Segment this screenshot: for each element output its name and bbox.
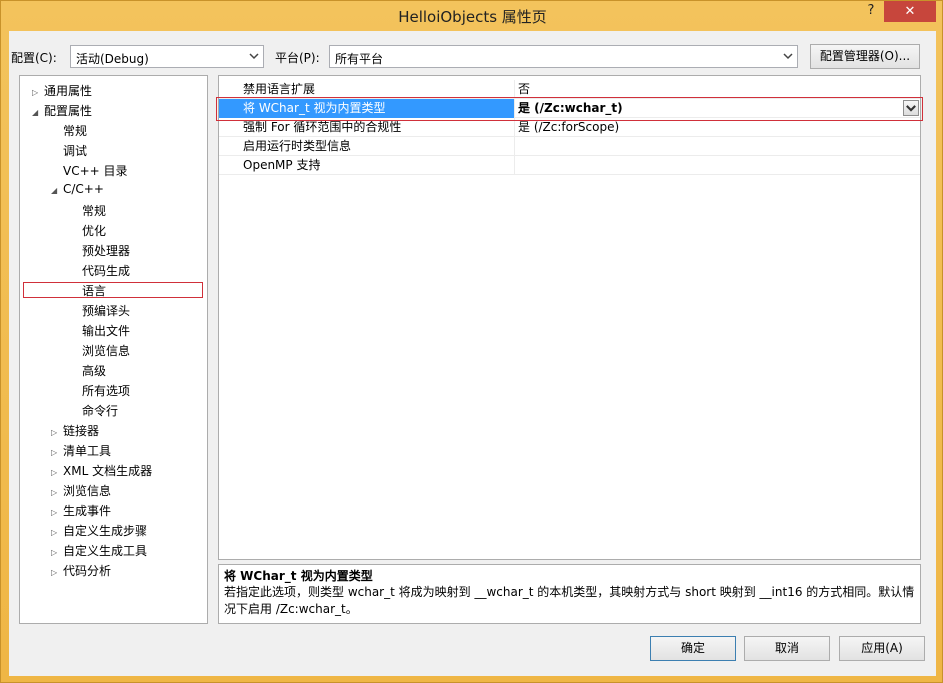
tree-item[interactable]: ◢ C/C++: [51, 182, 104, 200]
tree-item[interactable]: 浏览信息: [70, 342, 130, 360]
tree-item[interactable]: ▷ XML 文档生成器: [51, 462, 152, 480]
config-combo[interactable]: 活动(Debug): [70, 45, 264, 68]
tree-item-label: 生成事件: [63, 504, 112, 518]
tree-item-label: 高级: [82, 364, 107, 378]
tree-item[interactable]: 优化: [70, 222, 106, 240]
tree-item-label: 调试: [63, 144, 88, 158]
config-manager-button[interactable]: 配置管理器(O)...: [810, 44, 920, 69]
tree-item[interactable]: ▷ 通用属性: [32, 82, 92, 100]
tree-item-label: 优化: [82, 224, 107, 238]
tree-item-label: 浏览信息: [82, 344, 131, 358]
tree-item-label: VC++ 目录: [63, 164, 128, 178]
expand-arrow-icon[interactable]: ▷: [32, 88, 44, 97]
tree-item[interactable]: ▷ 链接器: [51, 422, 99, 440]
description-panel: 将 WChar_t 视为内置类型 若指定此选项，则类型 wchar_t 将成为映…: [218, 564, 921, 624]
tree-item[interactable]: 常规: [51, 122, 87, 140]
config-combo-value: 活动(Debug): [76, 52, 149, 66]
tree-selection-highlight: [23, 282, 203, 298]
config-label: 配置(C):: [11, 51, 57, 65]
tree-item[interactable]: 调试: [51, 142, 87, 160]
platform-combo-value: 所有平台: [335, 52, 384, 66]
tree-item-label: 通用属性: [44, 84, 93, 98]
tree-item-label: 常规: [82, 204, 107, 218]
tree-item[interactable]: ▷ 自定义生成步骤: [51, 522, 147, 540]
tree-item-label: 所有选项: [82, 384, 131, 398]
expand-arrow-icon[interactable]: ▷: [51, 528, 63, 537]
tree-item[interactable]: ◢ 配置属性: [32, 102, 92, 120]
expand-arrow-icon[interactable]: ▷: [51, 568, 63, 577]
expand-arrow-icon[interactable]: ▷: [51, 428, 63, 437]
window-title: HelloiObjects 属性页: [398, 8, 547, 26]
tree-item-label: 代码生成: [82, 264, 131, 278]
apply-button[interactable]: 应用(A): [839, 636, 925, 661]
chevron-down-icon: [783, 53, 793, 60]
platform-label: 平台(P):: [275, 51, 320, 65]
grid-selection-highlight: [216, 97, 923, 121]
property-row[interactable]: OpenMP 支持: [219, 156, 920, 175]
tree-item-label: 自定义生成步骤: [63, 524, 148, 538]
expand-arrow-icon[interactable]: ▷: [51, 468, 63, 477]
chevron-down-icon: [249, 53, 259, 60]
tree-item[interactable]: ▷ 浏览信息: [51, 482, 111, 500]
property-grid[interactable]: 禁用语言扩展否将 WChar_t 视为内置类型是 (/Zc:wchar_t) 强制…: [216, 75, 923, 560]
tree-item[interactable]: 命令行: [70, 402, 118, 420]
collapse-arrow-icon[interactable]: ◢: [51, 186, 63, 195]
dialog-client: 配置(C): 活动(Debug) 平台(P): 所有平台 配置管理器(O)...…: [9, 31, 936, 676]
tree-item[interactable]: 高级: [70, 362, 106, 380]
tree-item[interactable]: 预编译头: [70, 302, 130, 320]
properties-dialog: HelloiObjects 属性页 ? ✕ 配置(C): 活动(Debug) 平…: [0, 0, 943, 683]
property-value[interactable]: [516, 137, 920, 156]
platform-combo[interactable]: 所有平台: [329, 45, 798, 68]
tree-item-label: 浏览信息: [63, 484, 112, 498]
property-name: 启用运行时类型信息: [219, 137, 515, 156]
property-name: OpenMP 支持: [219, 156, 515, 175]
tree-item[interactable]: 代码生成: [70, 262, 130, 280]
tree-item[interactable]: ▷ 自定义生成工具: [51, 542, 147, 560]
tree-item[interactable]: 所有选项: [70, 382, 130, 400]
tree-item-label: 预处理器: [82, 244, 131, 258]
tree-item[interactable]: 预处理器: [70, 242, 130, 260]
tree-item-label: 配置属性: [44, 104, 93, 118]
expand-arrow-icon[interactable]: ▷: [51, 488, 63, 497]
property-row[interactable]: 启用运行时类型信息: [219, 137, 920, 156]
description-text: 若指定此选项，则类型 wchar_t 将成为映射到 __wchar_t 的本机类…: [224, 585, 915, 616]
tree-item-label: 输出文件: [82, 324, 131, 338]
tree-item-label: 链接器: [63, 424, 100, 438]
tree-item[interactable]: ▷ 代码分析: [51, 562, 111, 580]
tree-item-label: 常规: [63, 124, 88, 138]
tree-item-label: XML 文档生成器: [63, 464, 153, 478]
title-bar[interactable]: HelloiObjects 属性页 ? ✕: [1, 1, 943, 31]
expand-arrow-icon[interactable]: ▷: [51, 448, 63, 457]
close-button[interactable]: ✕: [884, 1, 936, 22]
expand-arrow-icon[interactable]: ▷: [51, 548, 63, 557]
property-value[interactable]: [516, 156, 920, 175]
property-tree[interactable]: ▷ 通用属性 ◢ 配置属性 常规 调试 VC++ 目录 ◢ C/C++ 常规 优化 预处理器 代码生成语…: [19, 75, 208, 624]
collapse-arrow-icon[interactable]: ◢: [32, 108, 44, 117]
description-title: 将 WChar_t 视为内置类型: [224, 569, 373, 583]
tree-item-label: 清单工具: [63, 444, 112, 458]
tree-item-label: 命令行: [82, 404, 119, 418]
tree-item[interactable]: ▷ 生成事件: [51, 502, 111, 520]
tree-item-label: 代码分析: [63, 564, 112, 578]
expand-arrow-icon[interactable]: ▷: [51, 508, 63, 517]
ok-button[interactable]: 确定: [650, 636, 736, 661]
tree-item[interactable]: ▷ 清单工具: [51, 442, 111, 460]
tree-item[interactable]: VC++ 目录: [51, 162, 128, 180]
tree-item[interactable]: 输出文件: [70, 322, 130, 340]
tree-item-label: C/C++: [63, 182, 104, 196]
tree-item[interactable]: 常规: [70, 202, 106, 220]
tree-item-label: 自定义生成工具: [63, 544, 148, 558]
help-button[interactable]: ?: [858, 1, 884, 21]
tree-item-label: 预编译头: [82, 304, 131, 318]
cancel-button[interactable]: 取消: [744, 636, 830, 661]
